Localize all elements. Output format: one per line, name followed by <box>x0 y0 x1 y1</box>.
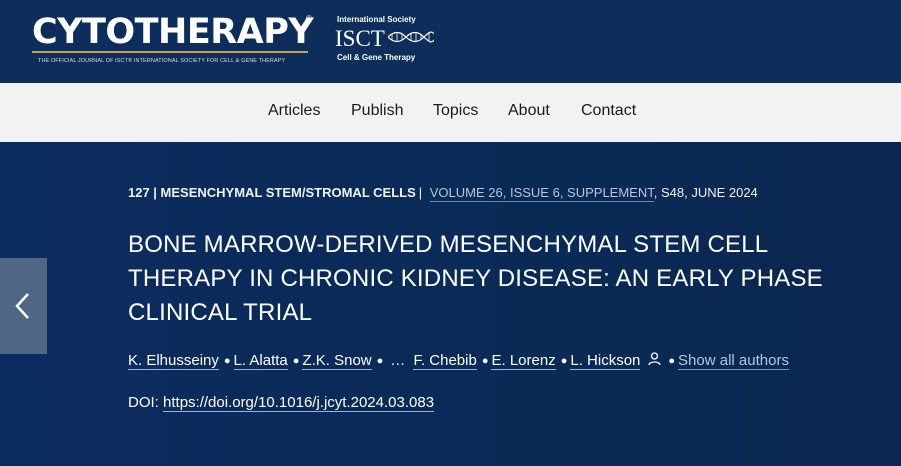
previous-article-button[interactable] <box>0 258 47 354</box>
volume-issue-link[interactable]: VOLUME 26, ISSUE 6, SUPPLEMENT <box>429 185 654 202</box>
nav-articles[interactable]: Articles <box>268 102 320 120</box>
article-hero: 127 | MESENCHYMAL STEM/STROMAL CELLS | VO… <box>0 142 901 466</box>
title-line: THERAPY IN CHRONIC KIDNEY DISEASE: AN EA… <box>128 265 823 292</box>
journal-tagline: THE OFFICIAL JOURNAL OF ISCT® INTERNATIO… <box>38 58 286 64</box>
title-line: CLINICAL TRIAL <box>128 299 313 326</box>
author-list: K. Elhusseiny ● L. Alatta ● Z.K. Snow ●… F. C… <box>128 352 789 370</box>
main-nav: Articles Publish Topics About Contact <box>0 83 901 142</box>
isct-subtitle: Cell & Gene Therapy <box>337 53 416 62</box>
journal-logo[interactable]: CYTOTHERAPY <box>32 12 314 52</box>
article-meta: 127 | MESENCHYMAL STEM/STROMAL CELLS | VO… <box>128 185 758 202</box>
author-link[interactable]: E. Lorenz <box>491 352 556 370</box>
author-link[interactable]: L. Hickson <box>570 352 641 370</box>
isct-logo[interactable]: International Society ISCT Cell & Gene T… <box>335 15 445 65</box>
article-section: 127 | MESENCHYMAL STEM/STROMAL CELLS <box>128 185 416 200</box>
isct-top-text: International Society <box>337 15 416 24</box>
article-title: BONE MARROW-DERIVED MESENCHYMAL STEM CEL… <box>128 228 888 330</box>
doi-row: DOI: https://doi.org/10.1016/j.jcyt.2024… <box>128 394 435 412</box>
author-separator: ● <box>481 355 489 367</box>
author-separator: ● <box>668 355 676 367</box>
nav-publish[interactable]: Publish <box>351 102 403 120</box>
meta-separator: | <box>418 185 423 200</box>
nav-about[interactable]: About <box>508 102 550 120</box>
author-separator: ● <box>223 355 231 367</box>
logo-rule <box>32 51 308 53</box>
author-link[interactable]: F. Chebib <box>413 352 477 370</box>
author-separator: ● <box>560 355 568 367</box>
registered-mark: ® <box>306 14 312 23</box>
author-link[interactable]: Z.K. Snow <box>302 352 372 370</box>
show-all-authors-link[interactable]: Show all authors <box>678 352 789 370</box>
nav-contact[interactable]: Contact <box>581 102 636 120</box>
author-link[interactable]: K. Elhusseiny <box>128 352 219 370</box>
isct-name: ISCT <box>335 26 385 51</box>
author-link[interactable]: L. Alatta <box>233 352 288 370</box>
author-separator: ● <box>376 355 384 367</box>
author-ellipsis: … <box>390 352 406 369</box>
pages-date: , S48, JUNE 2024 <box>653 185 758 200</box>
dna-helix-icon <box>388 31 434 43</box>
doi-label: DOI: <box>128 394 159 411</box>
title-line: BONE MARROW-DERIVED MESENCHYMAL STEM CEL… <box>128 231 769 258</box>
person-icon <box>648 352 662 366</box>
author-separator: ● <box>292 355 300 367</box>
nav-topics[interactable]: Topics <box>433 102 478 120</box>
chevron-left-icon <box>15 293 29 319</box>
site-header: CYTOTHERAPY ® THE OFFICIAL JOURNAL OF IS… <box>0 0 901 83</box>
doi-link[interactable]: https://doi.org/10.1016/j.jcyt.2024.03.0… <box>163 394 435 412</box>
